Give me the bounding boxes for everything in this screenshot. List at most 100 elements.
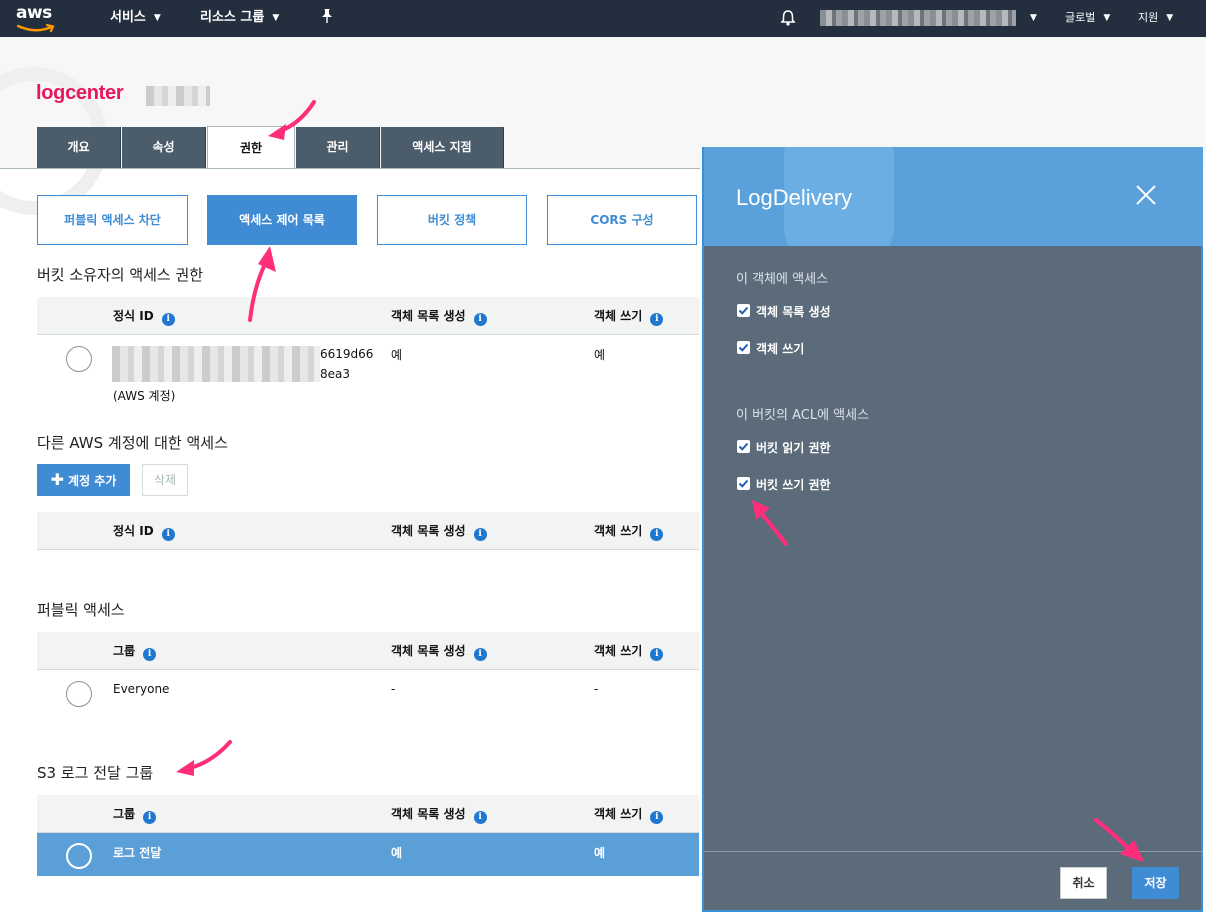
canonical-id-line1: 6619d66	[320, 347, 374, 361]
add-account-button[interactable]: ✚ 계정 추가	[37, 464, 130, 496]
account-name-redacted[interactable]	[820, 10, 1016, 26]
cancel-button[interactable]: 취소	[1060, 867, 1107, 899]
subtab-access-control-list[interactable]: 액세스 제어 목록	[207, 195, 357, 245]
aws-logo[interactable]: aws	[16, 3, 60, 33]
acl-read-checkbox[interactable]	[737, 440, 750, 453]
acl-read-label: 버킷 읽기 권한	[756, 441, 831, 455]
col-write-objects-label: 객체 쓰기	[594, 524, 643, 538]
canonical-id-line2: 8ea3	[320, 367, 351, 381]
info-icon[interactable]: i	[161, 313, 175, 326]
info-icon[interactable]: i	[473, 528, 487, 541]
col-group: 그룹 i	[113, 795, 157, 833]
col-canonical-id: 정식 ID i	[113, 512, 175, 550]
owner-row-radio[interactable]	[66, 346, 92, 372]
col-group-label: 그룹	[113, 807, 136, 821]
col-write-objects-label: 객체 쓰기	[594, 644, 643, 658]
tab-management[interactable]: 관리	[296, 127, 380, 168]
col-write-objects: 객체 쓰기 i	[594, 297, 664, 335]
public-table-header: 그룹 i 객체 목록 생성 i 객체 쓰기 i	[37, 632, 699, 670]
object-write-label: 객체 쓰기	[756, 342, 805, 356]
tab-access-points[interactable]: 액세스 지점	[381, 127, 504, 168]
col-list-objects: 객체 목록 생성 i	[391, 512, 487, 550]
acl-write-label: 버킷 쓰기 권한	[756, 478, 831, 492]
support-menu[interactable]: 지원 ▼	[1138, 0, 1173, 37]
pin-icon[interactable]	[320, 8, 334, 28]
canonical-id-redacted	[112, 346, 320, 382]
log-delivery-row[interactable]: 로그 전달 예 예	[37, 833, 699, 876]
col-canonical-id-label: 정식 ID	[113, 309, 154, 323]
info-icon[interactable]: i	[473, 648, 487, 661]
tab-overview[interactable]: 개요	[37, 127, 121, 168]
col-canonical-id: 정식 ID i	[113, 297, 175, 335]
info-icon[interactable]: i	[473, 811, 487, 824]
panel-header: LogDelivery	[704, 147, 1203, 246]
annotation-arrow-icon	[176, 740, 232, 776]
chevron-down-icon: ▼	[272, 13, 280, 23]
resource-groups-label: 리소스 그룹	[200, 10, 265, 25]
info-icon[interactable]: i	[650, 528, 664, 541]
col-list-objects-label: 객체 목록 생성	[391, 807, 466, 821]
tab-permissions[interactable]: 권한	[207, 126, 295, 169]
info-icon[interactable]: i	[650, 313, 664, 326]
aws-account-note: (AWS 계정)	[113, 389, 176, 403]
other-accounts-title: 다른 AWS 계정에 대한 액세스	[37, 434, 228, 452]
region-menu[interactable]: 글로벌 ▼	[1065, 0, 1110, 37]
info-icon[interactable]: i	[143, 811, 157, 824]
delete-button[interactable]: 삭제	[142, 464, 188, 496]
log-delivery-write-value: 예	[594, 846, 606, 860]
info-icon[interactable]: i	[473, 313, 487, 326]
object-write-checkbox[interactable]	[737, 341, 750, 354]
subtab-bucket-policy[interactable]: 버킷 정책	[377, 195, 527, 245]
info-icon[interactable]: i	[650, 648, 664, 661]
col-group: 그룹 i	[113, 632, 157, 670]
services-menu[interactable]: 서비스 ▼	[110, 0, 161, 37]
panel-footer-divider	[704, 851, 1203, 852]
services-menu-label: 서비스	[110, 10, 146, 25]
col-list-objects-label: 객체 목록 생성	[391, 309, 466, 323]
owner-table-header: 정식 ID i 객체 목록 생성 i 객체 쓰기 i	[37, 297, 699, 335]
info-icon[interactable]: i	[143, 648, 157, 661]
object-access-heading: 이 객체에 액세스	[736, 272, 828, 287]
col-group-label: 그룹	[113, 644, 136, 658]
info-icon[interactable]: i	[650, 811, 664, 824]
acl-write-checkbox[interactable]	[737, 477, 750, 490]
tab-properties[interactable]: 속성	[122, 127, 206, 168]
bell-icon[interactable]	[779, 9, 797, 29]
resource-groups-menu[interactable]: 리소스 그룹 ▼	[200, 0, 279, 37]
aws-smile-icon	[17, 24, 55, 33]
info-icon[interactable]: i	[161, 528, 175, 541]
col-list-objects: 객체 목록 생성 i	[391, 297, 487, 335]
everyone-write-value: -	[594, 682, 599, 696]
tab-divider	[0, 168, 700, 169]
add-account-label: 계정 추가	[68, 474, 117, 488]
col-write-objects-label: 객체 쓰기	[594, 309, 643, 323]
subtab-block-public-access[interactable]: 퍼블릭 액세스 차단	[37, 195, 188, 245]
col-canonical-id-label: 정식 ID	[113, 524, 154, 538]
object-list-label: 객체 목록 생성	[756, 305, 831, 319]
s3log-table-header: 그룹 i 객체 목록 생성 i 객체 쓰기 i	[37, 795, 699, 833]
object-list-checkbox[interactable]	[737, 304, 750, 317]
col-write-objects: 객체 쓰기 i	[594, 795, 664, 833]
other-table-header: 정식 ID i 객체 목록 생성 i 객체 쓰기 i	[37, 512, 699, 550]
log-delivery-list-value: 예	[391, 846, 403, 860]
save-button[interactable]: 저장	[1132, 867, 1179, 899]
col-list-objects: 객체 목록 생성 i	[391, 795, 487, 833]
col-list-objects: 객체 목록 생성 i	[391, 632, 487, 670]
top-navigation-bar: aws 서비스 ▼ 리소스 그룹 ▼ ▼ 글로벌 ▼ 지원 ▼	[0, 0, 1206, 37]
account-chevron-down-icon[interactable]: ▼	[1030, 0, 1037, 37]
plus-icon: ✚	[50, 470, 65, 489]
log-delivery-group-name: 로그 전달	[113, 846, 162, 860]
bucket-name-title: logcenter	[36, 82, 124, 104]
log-delivery-row-radio[interactable]	[66, 843, 92, 869]
col-write-objects: 객체 쓰기 i	[594, 512, 664, 550]
subtab-cors-configuration[interactable]: CORS 구성	[547, 195, 697, 245]
owner-access-title: 버킷 소유자의 액세스 권한	[37, 266, 204, 284]
log-delivery-panel: LogDelivery 이 객체에 액세스 객체 목록 생성 객체 쓰기 이 버…	[702, 147, 1203, 912]
close-icon[interactable]	[1134, 183, 1158, 207]
everyone-row-radio[interactable]	[66, 681, 92, 707]
aws-logo-text: aws	[16, 3, 52, 23]
everyone-list-value: -	[391, 682, 396, 696]
bucket-name-redacted	[146, 86, 210, 106]
acl-access-heading: 이 버킷의 ACL에 액세스	[736, 408, 870, 423]
everyone-group-name: Everyone	[113, 682, 170, 696]
